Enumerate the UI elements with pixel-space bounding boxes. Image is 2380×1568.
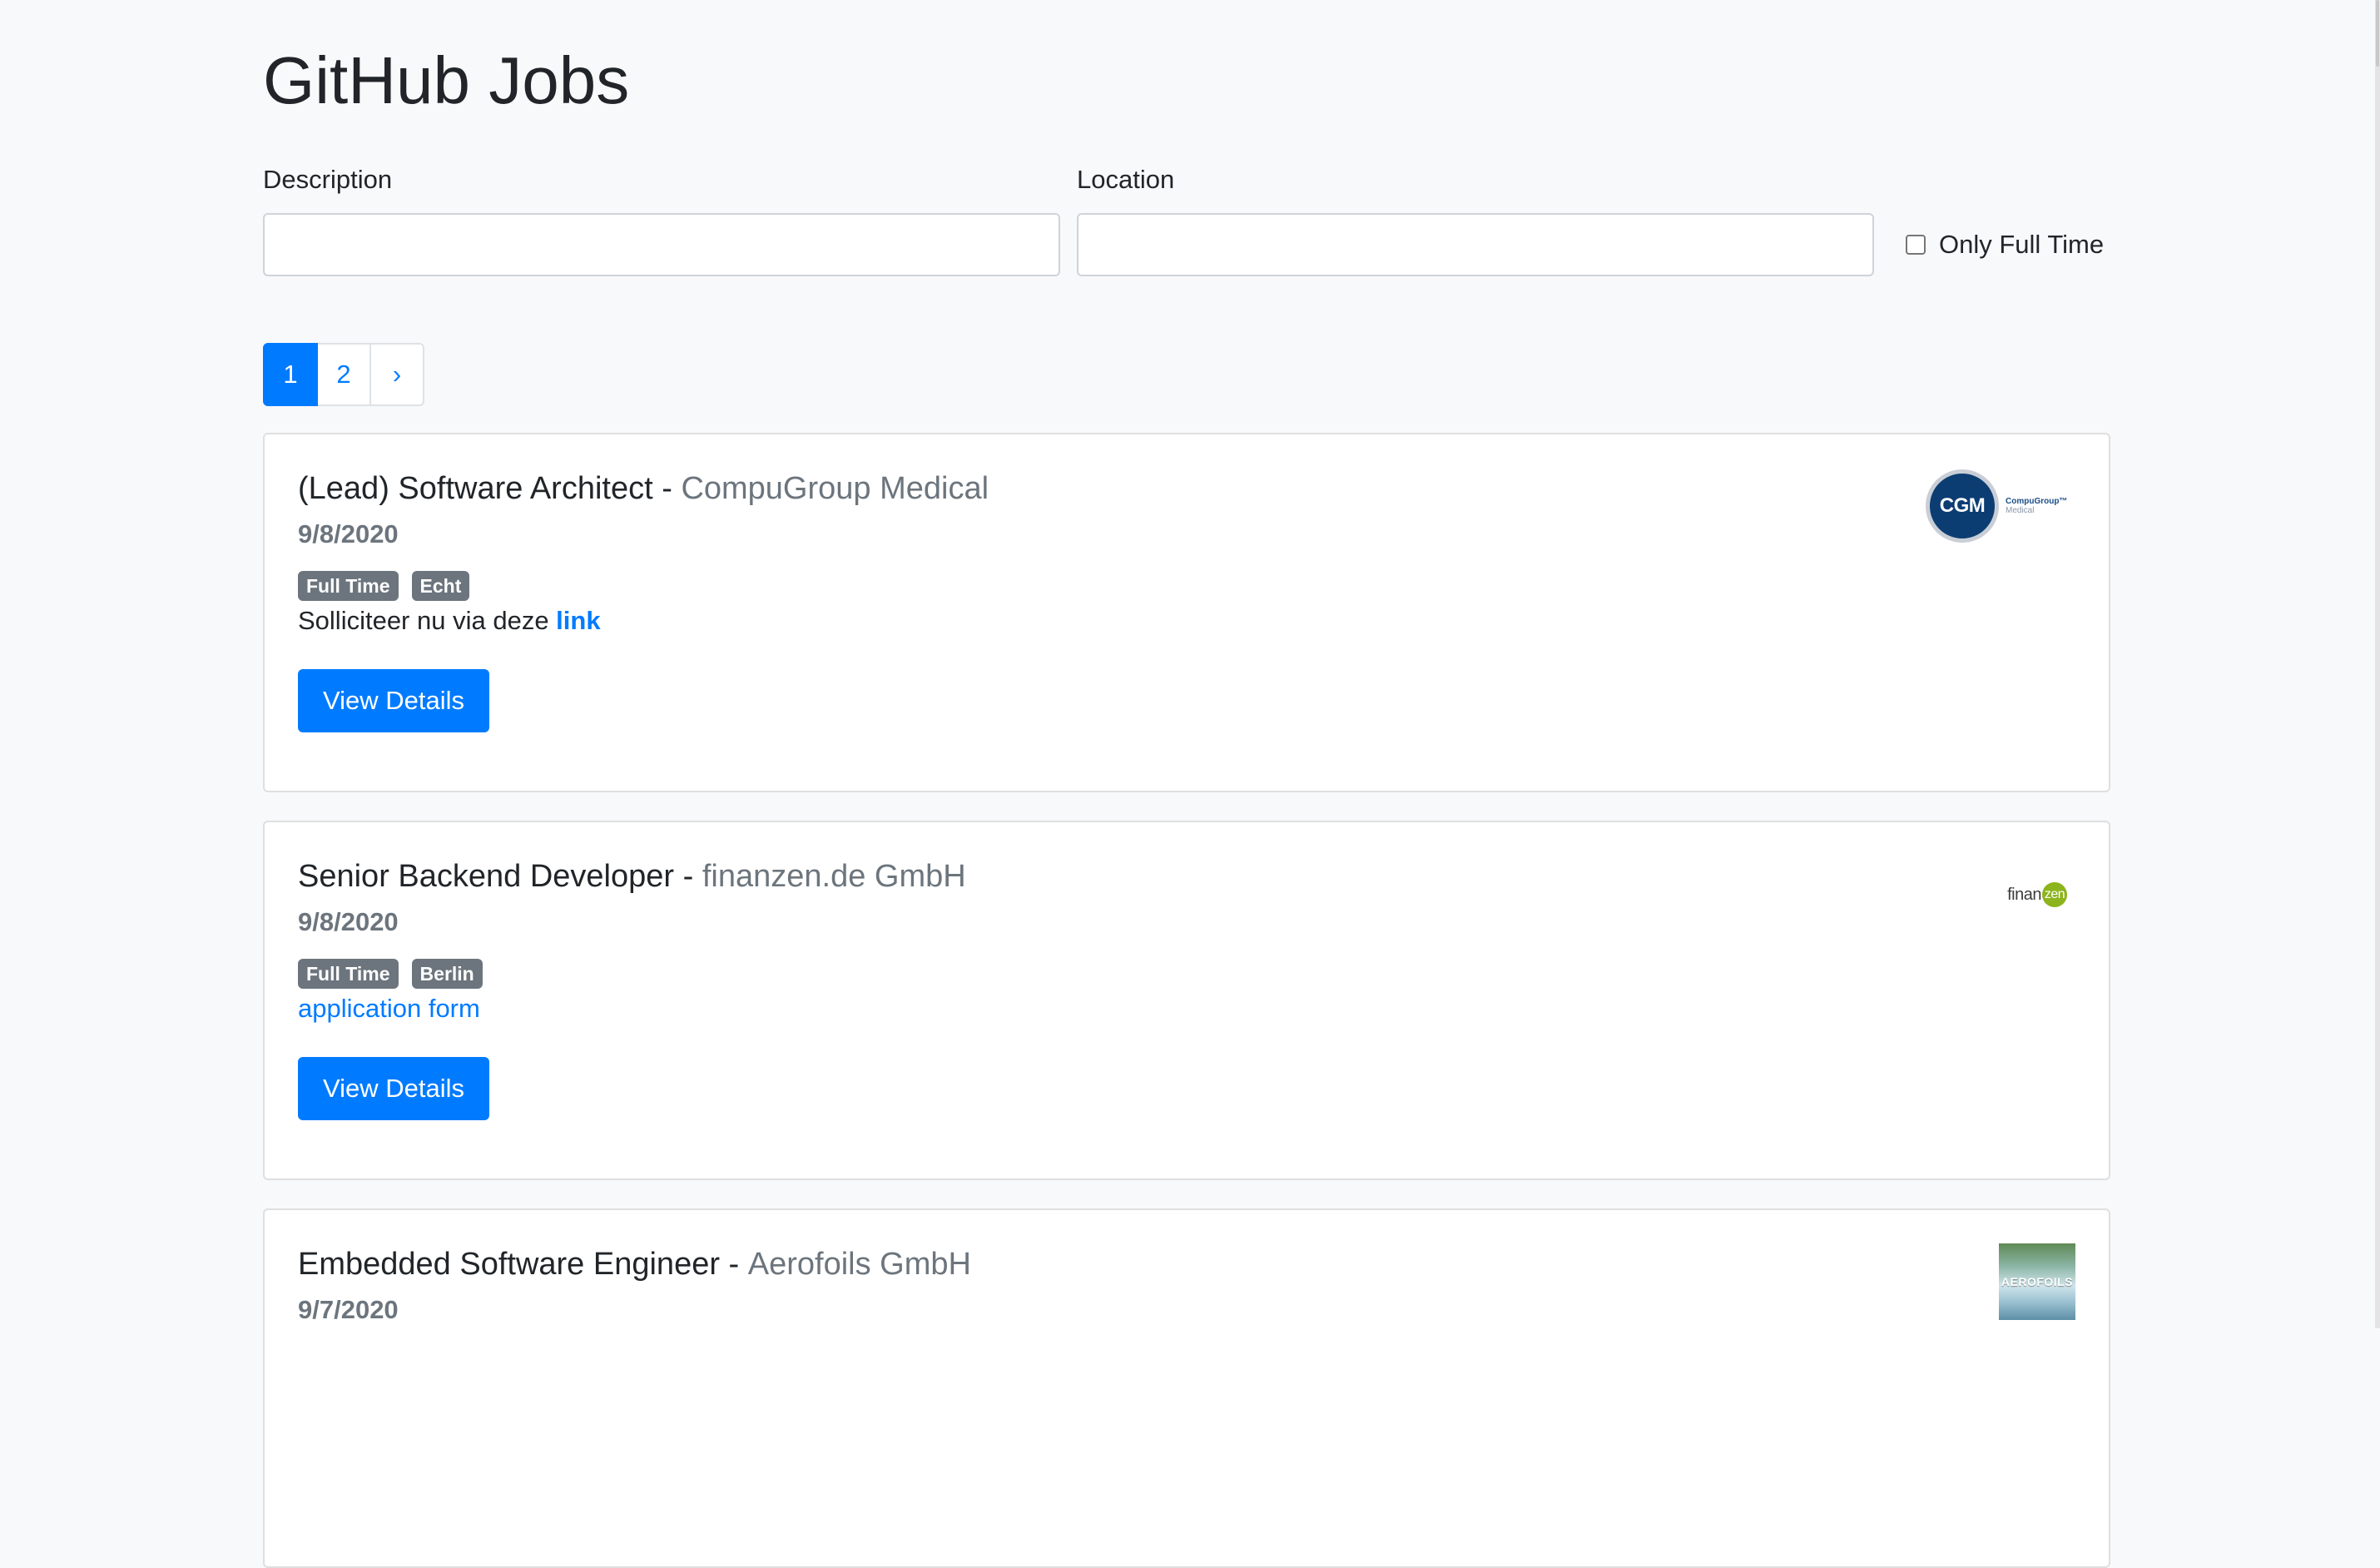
job-date: 9/8/2020 <box>298 519 399 548</box>
description-input[interactable] <box>263 213 1060 276</box>
company-name: Aerofoils GmbH <box>747 1247 971 1282</box>
cgm-logo-text: CompuGroup™ Medical <box>2006 497 2067 515</box>
description-label: Description <box>263 165 393 194</box>
job-card: Senior Backend Developer - finanzen.de G… <box>263 821 2110 1180</box>
location-label: Location <box>1077 165 1175 194</box>
job-title-line: Senior Backend Developer - finanzen.de G… <box>298 856 966 897</box>
job-date: 9/7/2020 <box>298 1295 399 1324</box>
page-2-button[interactable]: 2 <box>316 343 371 406</box>
cgm-logo-line2: Medical <box>2006 506 2035 515</box>
aerofoils-logo-text: AEROFOILS <box>2001 1275 2074 1288</box>
job-title: Senior Backend Developer <box>298 859 675 894</box>
badge-type: Full Time <box>298 571 399 601</box>
job-description: Solliciteer nu via deze link <box>298 603 601 639</box>
scrollbar-thumb[interactable] <box>2376 0 2379 67</box>
company-logo: CGM CompuGroup™ Medical <box>1926 468 2077 544</box>
badge-type: Full Time <box>298 959 399 989</box>
title-separator: - <box>652 471 682 506</box>
application-form-link[interactable]: application form <box>298 994 480 1023</box>
view-details-button[interactable]: View Details <box>298 1057 489 1120</box>
full-time-toggle[interactable]: Only Full Time <box>1906 226 2104 263</box>
full-time-label[interactable]: Only Full Time <box>1939 230 2104 260</box>
title-separator: - <box>674 859 702 894</box>
job-title: Embedded Software Engineer <box>298 1247 720 1282</box>
job-title-line: (Lead) Software Architect - CompuGroup M… <box>298 468 989 509</box>
company-logo: AEROFOILS <box>1999 1243 2075 1320</box>
job-description-text: Solliciteer nu via deze <box>298 606 557 635</box>
apply-link[interactable]: link <box>556 606 600 635</box>
job-badges: Full Time Echt <box>298 571 483 601</box>
company-name: CompuGroup Medical <box>681 471 989 506</box>
location-input[interactable] <box>1077 213 1874 276</box>
badge-location: Echt <box>411 571 470 601</box>
job-card: Embedded Software Engineer - Aerofoils G… <box>263 1208 2110 1568</box>
pagination: 1 2 › <box>263 343 424 406</box>
cgm-logo-mark: CGM <box>1926 469 1999 543</box>
full-time-checkbox[interactable] <box>1906 235 1926 255</box>
title-separator: - <box>720 1247 748 1282</box>
company-name: finanzen.de GmbH <box>702 859 966 894</box>
view-details-button[interactable]: View Details <box>298 669 489 732</box>
job-card: (Lead) Software Architect - CompuGroup M… <box>263 433 2110 792</box>
job-title: (Lead) Software Architect <box>298 471 653 506</box>
page-title: GitHub Jobs <box>263 43 630 117</box>
job-title-line: Embedded Software Engineer - Aerofoils G… <box>298 1243 971 1285</box>
finanzen-logo-mark: zen <box>2042 882 2067 907</box>
job-badges: Full Time Berlin <box>298 959 496 989</box>
finanzen-logo-text: finan <box>2007 885 2041 904</box>
scrollbar-track[interactable] <box>2375 0 2380 1328</box>
job-description: application form <box>298 990 480 1027</box>
next-page-button[interactable]: › <box>369 343 424 406</box>
cgm-logo-line1: CompuGroup™ <box>2006 497 2068 506</box>
page-1-button[interactable]: 1 <box>263 343 318 406</box>
job-date: 9/8/2020 <box>298 907 399 936</box>
company-logo: finan zen <box>2007 882 2067 907</box>
badge-location: Berlin <box>411 959 483 989</box>
